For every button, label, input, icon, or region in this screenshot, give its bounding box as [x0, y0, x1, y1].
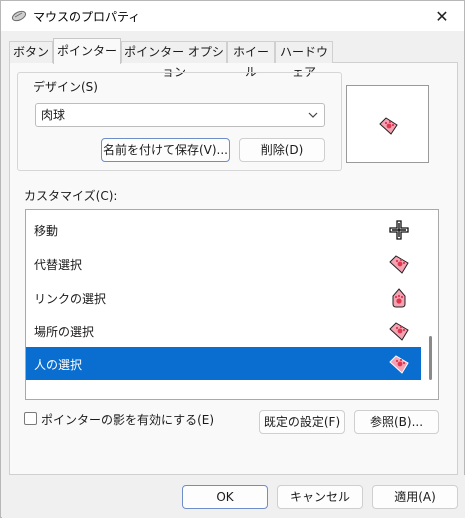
list-scrollbar[interactable] [423, 210, 438, 399]
tab-hardware[interactable]: ハードウェア [275, 41, 333, 79]
list-item-label: リンクの選択 [34, 292, 107, 306]
list-item-move[interactable]: 移動 [26, 213, 421, 246]
paw-tag-icon [389, 355, 409, 374]
paw-tag-icon [379, 117, 398, 135]
scroll-thumb[interactable] [429, 336, 432, 380]
paw-tag-icon [389, 255, 409, 274]
paw-drop-icon [392, 288, 406, 308]
tab-wheel[interactable]: ホイール [227, 41, 275, 79]
paw-tag-icon [389, 322, 409, 341]
list-item-alternate-select[interactable]: 代替選択 [26, 247, 421, 280]
checkbox-box[interactable] [24, 412, 37, 425]
design-group-label: デザイン(S) [31, 78, 100, 95]
scheme-select[interactable]: 肉球 [35, 103, 325, 127]
cursor-preview [346, 85, 429, 163]
cursor-list[interactable]: 移動 代替選択 リンクの選択 場所の選択 人の選択 [25, 209, 439, 400]
use-default-button[interactable]: 既定の設定(F) [259, 410, 345, 434]
browse-button[interactable]: 参照(B)... [354, 410, 439, 434]
delete-button[interactable]: 削除(D) [239, 138, 325, 162]
list-item-person-select[interactable]: 人の選択 [26, 347, 421, 380]
cancel-button[interactable]: キャンセル [277, 485, 363, 509]
list-item-location-select[interactable]: 場所の選択 [26, 314, 421, 347]
tab-buttons[interactable]: ボタン [9, 41, 53, 63]
customize-label: カスタマイズ(C): [24, 189, 118, 203]
list-item-label: 人の選択 [34, 358, 83, 372]
move-cross-icon [389, 220, 409, 240]
list-item-label: 場所の選択 [34, 325, 95, 339]
save-as-button[interactable]: 名前を付けて保存(V)... [101, 138, 230, 162]
list-item-label: 移動 [34, 224, 59, 238]
mouse-properties-window: マウスのプロパティ ✕ ボタン ポインター ポインター オプション ホイール ハ… [0, 0, 465, 518]
mouse-icon [11, 10, 27, 22]
window-title: マウスのプロパティ [33, 10, 141, 24]
ok-button[interactable]: OK [182, 485, 268, 509]
list-item-label: 代替選択 [34, 258, 83, 272]
list-item-link-select[interactable]: リンクの選択 [26, 281, 421, 314]
title-bar: マウスのプロパティ ✕ [1, 1, 464, 31]
shadow-checkbox-label: ポインターの影を有効にする(E) [41, 413, 215, 427]
tab-pointer-options[interactable]: ポインター オプション [121, 41, 227, 79]
tab-pointers[interactable]: ポインター [53, 38, 121, 64]
scheme-select-value: 肉球 [41, 108, 66, 122]
close-icon: ✕ [435, 6, 449, 26]
apply-button[interactable]: 適用(A) [372, 485, 458, 509]
chevron-down-icon [307, 104, 319, 126]
close-button[interactable]: ✕ [420, 1, 464, 31]
